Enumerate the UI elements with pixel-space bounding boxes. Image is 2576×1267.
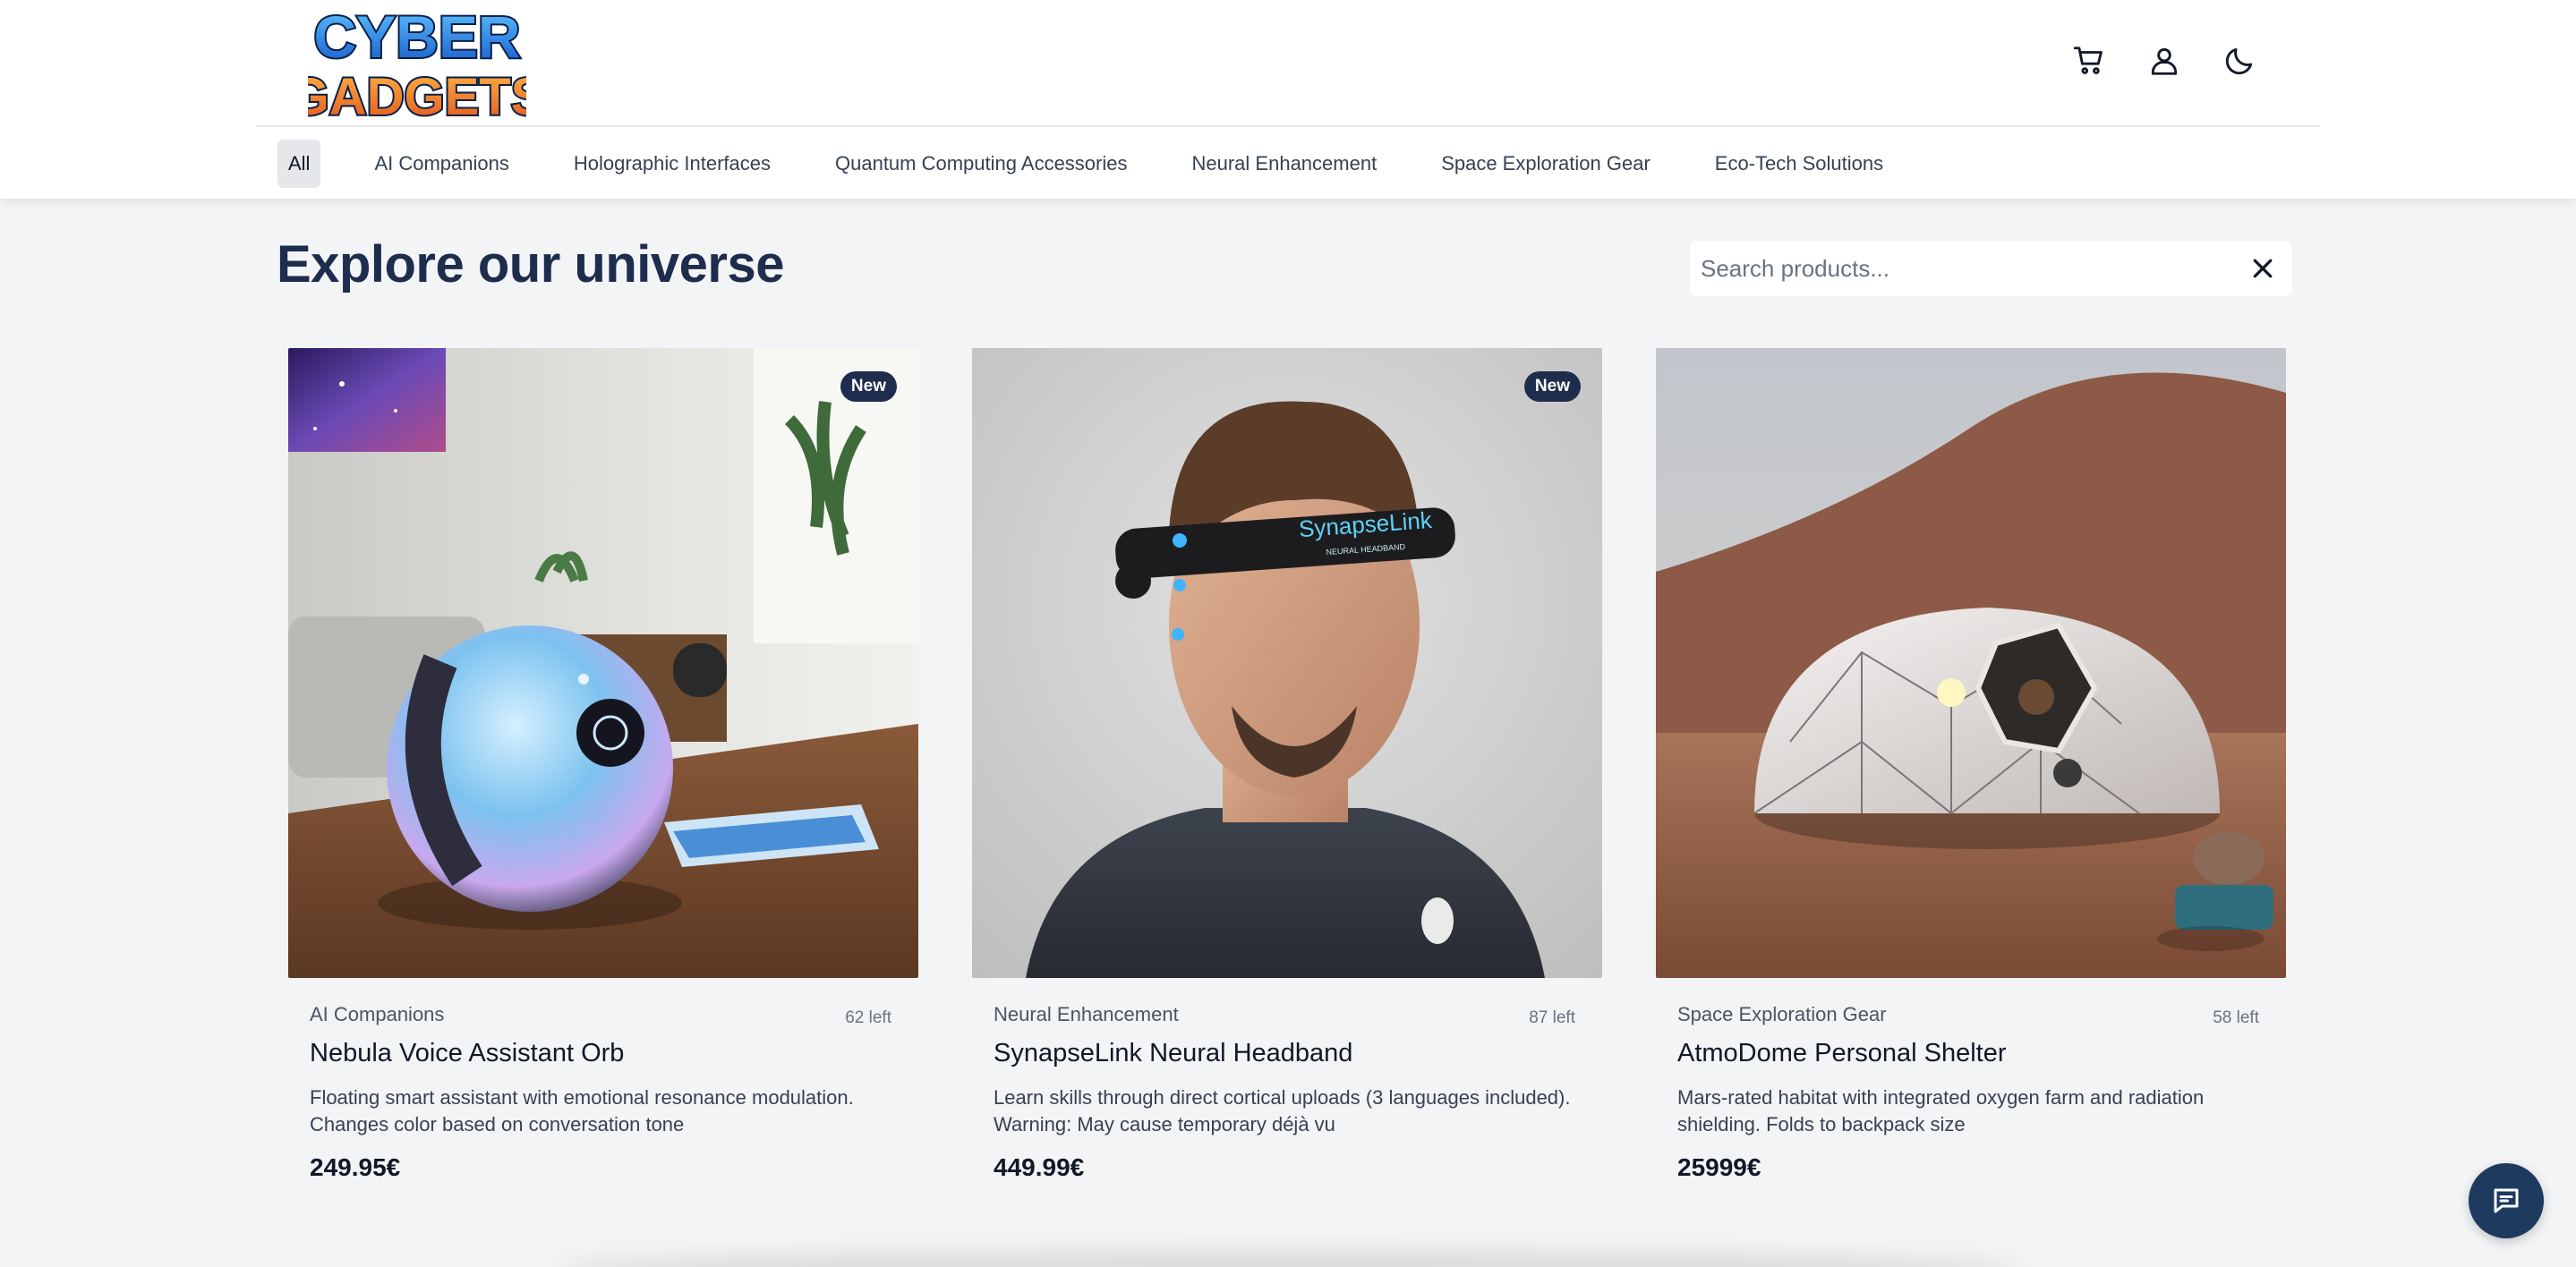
site-logo[interactable]: CYBER GADGETS <box>287 2 548 128</box>
moon-icon[interactable] <box>2220 41 2259 81</box>
stock-count: 62 left <box>845 1008 891 1027</box>
product-price: 249.95€ <box>310 1153 401 1181</box>
product-category: AI Companions <box>310 1003 445 1025</box>
top-bar: CYBER GADGETS <box>256 0 2320 128</box>
svg-text:CYBER: CYBER <box>313 7 520 70</box>
category-tab-all[interactable]: All <box>277 140 321 188</box>
chat-icon <box>2494 1188 2519 1213</box>
product-price: 449.99€ <box>994 1153 1085 1181</box>
product-name[interactable]: SynapseLink Neural Headband <box>994 1039 1352 1068</box>
product-price: 25999€ <box>1677 1153 1761 1181</box>
product-image[interactable] <box>1656 348 2286 978</box>
product-card[interactable]: SynapseLink NEURAL HEADBAND New Neural E… <box>972 348 1602 1267</box>
chat-button[interactable] <box>2469 1163 2544 1238</box>
user-icon[interactable] <box>2145 41 2184 81</box>
category-tab-space-exploration-gear[interactable]: Space Exploration Gear <box>1430 140 1661 188</box>
category-tab-ai-companions[interactable]: AI Companions <box>363 140 519 188</box>
stock-count: 87 left <box>1529 1008 1575 1027</box>
product-name[interactable]: AtmoDome Personal Shelter <box>1677 1039 2007 1068</box>
search-input[interactable] <box>1690 241 2227 296</box>
close-icon[interactable] <box>2249 255 2276 282</box>
product-category: Neural Enhancement <box>994 1003 1179 1025</box>
category-nav: All AI Companions Holographic Interfaces… <box>277 140 1937 188</box>
category-tab-neural-enhancement[interactable]: Neural Enhancement <box>1181 140 1388 188</box>
new-badge: New <box>1523 371 1581 402</box>
product-description: Floating smart assistant with emotional … <box>310 1086 854 1135</box>
product-card[interactable]: Space Exploration Gear 58 left AtmoDome … <box>1656 348 2286 1267</box>
cart-icon[interactable] <box>2069 41 2109 81</box>
product-category: Space Exploration Gear <box>1677 1003 1887 1025</box>
logo-image: CYBER GADGETS <box>287 2 548 128</box>
new-badge: New <box>840 371 897 402</box>
category-tab-quantum-computing-accessories[interactable]: Quantum Computing Accessories <box>824 140 1139 188</box>
product-description: Mars-rated habitat with integrated oxyge… <box>1677 1086 2205 1135</box>
product-name[interactable]: Nebula Voice Assistant Orb <box>310 1039 624 1068</box>
product-card[interactable]: New AI Companions 62 left Nebula Voice A… <box>288 348 918 1267</box>
product-image[interactable]: SynapseLink NEURAL HEADBAND New <box>972 348 1602 978</box>
product-description: Learn skills through direct cortical upl… <box>994 1086 1571 1135</box>
svg-text:GADGETS: GADGETS <box>308 68 526 120</box>
site-header: CYBER GADGETS All AI Companions Holograp… <box>0 0 2576 199</box>
category-tab-holographic-interfaces[interactable]: Holographic Interfaces <box>563 140 781 188</box>
category-tab-eco-tech-solutions[interactable]: Eco-Tech Solutions <box>1704 140 1894 188</box>
page-title: Explore our universe <box>277 235 784 293</box>
search-box <box>1690 241 2292 296</box>
product-image[interactable]: New <box>288 348 918 978</box>
header-actions <box>2069 41 2259 81</box>
stock-count: 58 left <box>2213 1008 2259 1027</box>
